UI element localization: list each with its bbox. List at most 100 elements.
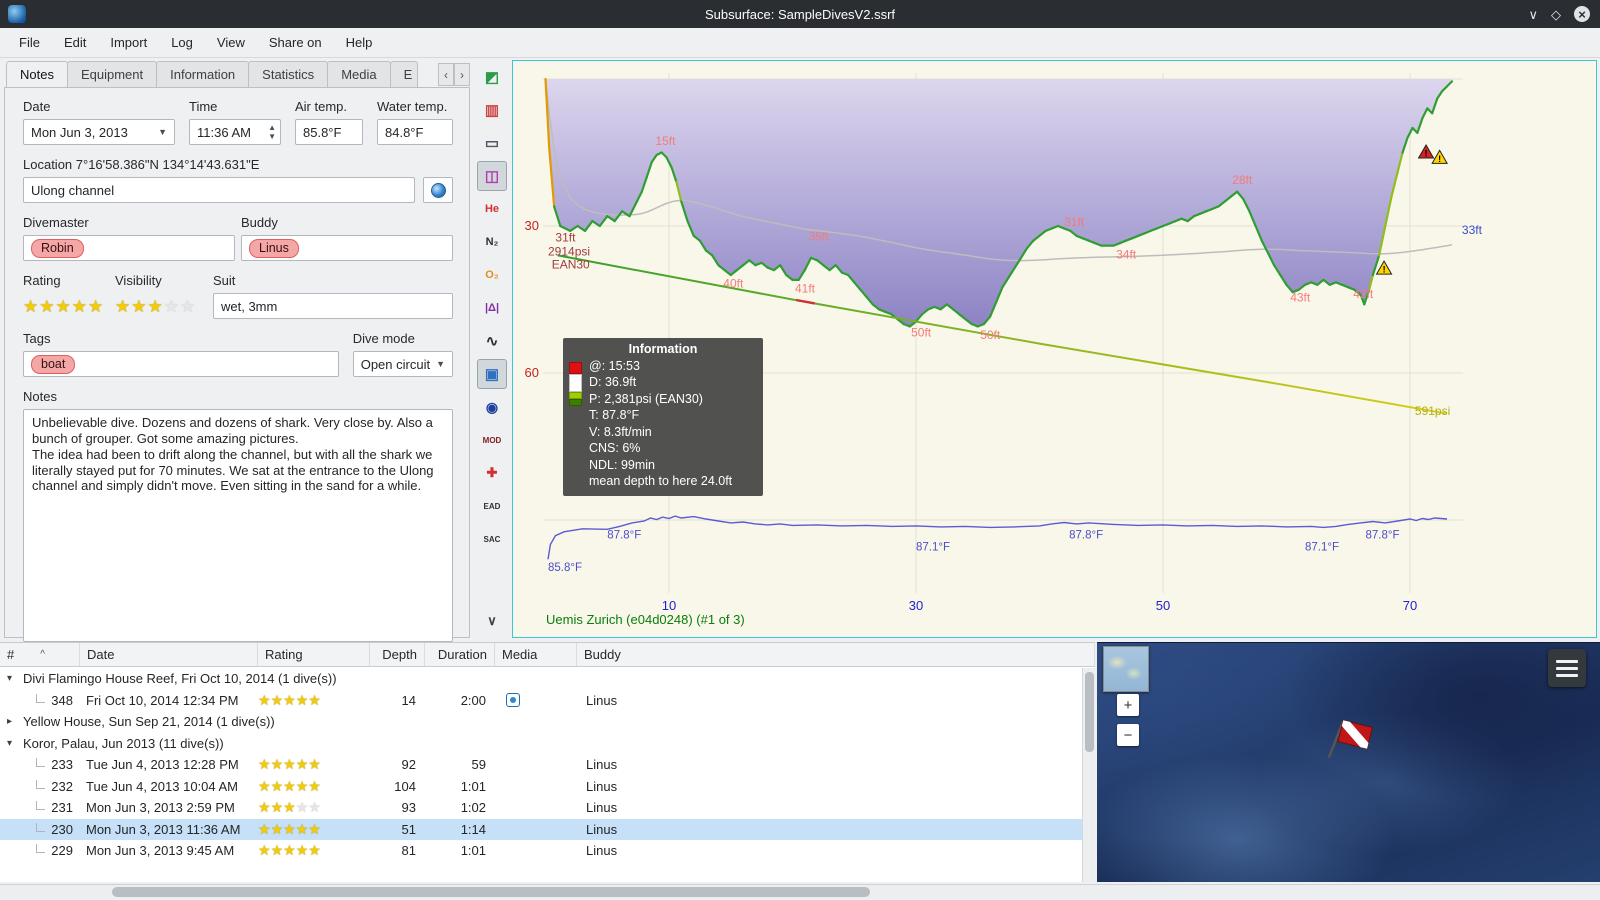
- tab-scroll-right-icon[interactable]: ›: [454, 63, 470, 86]
- buddy-chip[interactable]: Linus: [249, 238, 299, 258]
- globe-button[interactable]: [423, 177, 453, 203]
- photos-icon[interactable]: ▣: [477, 359, 507, 389]
- mean-depth-icon[interactable]: |Δ|: [477, 293, 507, 323]
- column-header-rating[interactable]: Rating: [258, 643, 370, 666]
- dive-row-233[interactable]: 233 Tue Jun 4, 2013 12:28 PM ★★★★★ 92 59 Linu…: [0, 754, 1082, 776]
- tag-chip[interactable]: boat: [31, 354, 76, 374]
- column-header-duration[interactable]: Duration: [425, 643, 495, 666]
- tab-information[interactable]: Information: [156, 61, 250, 87]
- n2-graph-icon[interactable]: N₂: [477, 227, 507, 257]
- mod-icon[interactable]: MOD: [477, 425, 507, 455]
- zoom-in-button[interactable]: +: [1117, 694, 1139, 716]
- chevron-right-icon[interactable]: ▸: [7, 716, 20, 727]
- scroll-down-icon[interactable]: ∨: [477, 606, 507, 636]
- scale-graph-icon[interactable]: ◫: [477, 161, 507, 191]
- column-header-date[interactable]: Date: [80, 643, 258, 666]
- water-temp-input[interactable]: 84.8°F: [377, 119, 453, 145]
- dive-rating: ★★★★★: [258, 779, 370, 794]
- map-inset-thumbnail[interactable]: [1103, 646, 1149, 692]
- dive-row-230[interactable]: 230 Mon Jun 3, 2013 11:36 AM ★★★★★ 51 1:14 Li…: [0, 818, 1082, 840]
- profile-toolbar: ◩ ▥ ▭ ◫ He N₂ O₂ |Δ| ∿ ▣ ◉ MOD ✚ EAD SAC ∨: [474, 62, 510, 636]
- close-icon[interactable]: ×: [1574, 6, 1590, 22]
- column-header-[interactable]: # ^: [0, 643, 80, 666]
- dive-duration: 1:01: [460, 843, 486, 859]
- heart-rate-icon[interactable]: ∿: [477, 326, 507, 356]
- menu-file[interactable]: File: [8, 31, 51, 54]
- column-header-depth[interactable]: Depth: [370, 643, 425, 666]
- minimize-icon[interactable]: ∨: [1528, 8, 1538, 21]
- air-temp-input[interactable]: 85.8°F: [295, 119, 363, 145]
- column-header-buddy[interactable]: Buddy: [577, 643, 1095, 666]
- dc-ceiling-icon[interactable]: ◩: [477, 62, 507, 92]
- trip-row-3[interactable]: ▾ Koror, Palau, Jun 2013 (11 dive(s)): [0, 733, 1082, 755]
- scrollbar-thumb[interactable]: [112, 887, 870, 897]
- svg-text:50ft: 50ft: [911, 326, 932, 340]
- star-empty-icon: ★: [163, 296, 180, 316]
- dive-profile-panel[interactable]: 15ft 35ft 40ft 41ft 50ft 50ft 31ft 34ft 28ft 43ft…: [512, 60, 1597, 638]
- rating-stars[interactable]: ★★★★★: [23, 293, 115, 319]
- spinner-icons[interactable]: ▲ ▼: [268, 123, 276, 141]
- map-menu-button[interactable]: [1548, 649, 1586, 687]
- dive-flag-marker[interactable]: [1328, 717, 1376, 769]
- notes-textarea[interactable]: Unbelievable dive. Dozens and dozens of …: [23, 409, 453, 642]
- notes-tab-content: Date Mon Jun 3, 2013 ▼ Time 11:36 AM ▲ ▼ …: [4, 87, 470, 642]
- star-filled-icon: ★: [270, 820, 284, 837]
- trip-row-0[interactable]: ▾ Divi Flamingo House Reef, Fri Oct 10, 2…: [0, 668, 1082, 690]
- svg-text:87.8°F: 87.8°F: [607, 530, 641, 542]
- maximize-icon[interactable]: ◇: [1551, 8, 1561, 21]
- menu-share-on[interactable]: Share on: [258, 31, 333, 54]
- ead-icon[interactable]: EAD: [477, 491, 507, 521]
- dive-mode-select[interactable]: Open circuit ▼: [352, 351, 453, 377]
- dive-depth: 51: [401, 821, 416, 837]
- dive-duration: 2:00: [460, 692, 486, 708]
- deco-icon[interactable]: ✚: [477, 458, 507, 488]
- dc-reported-icon[interactable]: ◉: [477, 392, 507, 422]
- svg-text:87.1°F: 87.1°F: [1305, 541, 1339, 553]
- media-icon[interactable]: [506, 693, 520, 708]
- calculated-ceiling-icon[interactable]: ▥: [477, 95, 507, 125]
- dive-row-231[interactable]: 231 Mon Jun 3, 2013 2:59 PM ★★★★★ 93 1:02 Lin…: [0, 797, 1082, 819]
- map-panel[interactable]: + −: [1097, 642, 1600, 882]
- menu-view[interactable]: View: [206, 31, 256, 54]
- chevron-down-icon[interactable]: ▾: [7, 673, 20, 684]
- menu-bar: File Edit Import Log View Share on Help: [0, 28, 1600, 58]
- menu-import[interactable]: Import: [99, 31, 158, 54]
- time-input[interactable]: 11:36 AM ▲ ▼: [189, 119, 281, 145]
- he-graph-icon[interactable]: He: [477, 194, 507, 224]
- scrollbar-thumb[interactable]: [1085, 672, 1094, 752]
- title-bar: Subsurface: SampleDivesV2.ssrf ∨ ◇ ×: [0, 0, 1600, 28]
- date-select[interactable]: Mon Jun 3, 2013 ▼: [23, 119, 175, 145]
- sac-icon[interactable]: SAC: [477, 524, 507, 554]
- tab-media[interactable]: Media: [327, 61, 391, 87]
- dive-row-229[interactable]: 229 Mon Jun 3, 2013 9:45 AM ★★★★★ 81 1:01 Lin…: [0, 840, 1082, 862]
- dive-list-vertical-scrollbar[interactable]: [1082, 668, 1095, 882]
- visibility-stars[interactable]: ★★★★★: [115, 293, 213, 319]
- suit-input[interactable]: wet, 3mm: [213, 293, 453, 319]
- tab-statistics[interactable]: Statistics: [248, 61, 329, 87]
- star-filled-icon: ★: [258, 777, 271, 794]
- menu-log[interactable]: Log: [160, 31, 204, 54]
- menu-edit[interactable]: Edit: [53, 31, 97, 54]
- dive-notes-panel: Notes Equipment Information Statistics Media…: [4, 60, 470, 642]
- tab-equipment[interactable]: Equipment: [66, 61, 158, 87]
- divemaster-input[interactable]: Robin: [23, 235, 235, 261]
- dive-row-232[interactable]: 232 Tue Jun 4, 2013 10:04 AM ★★★★★ 104 1:01 L…: [0, 776, 1082, 798]
- trip-row-2[interactable]: ▸ Yellow House, Sun Sep 21, 2014 (1 dive(…: [0, 711, 1082, 733]
- tab-e[interactable]: E: [389, 61, 418, 87]
- tags-input[interactable]: boat: [23, 351, 339, 377]
- o2-graph-icon[interactable]: O₂: [477, 260, 507, 290]
- menu-help[interactable]: Help: [335, 31, 384, 54]
- ruler-icon[interactable]: ▭: [477, 128, 507, 158]
- star-filled-icon: ★: [55, 296, 72, 316]
- water-temp-label: Water temp.: [377, 99, 448, 114]
- zoom-out-button[interactable]: −: [1117, 724, 1139, 746]
- column-header-media[interactable]: Media: [495, 643, 577, 666]
- buddy-input[interactable]: Linus: [241, 235, 453, 261]
- horizontal-scrollbar[interactable]: [0, 884, 1600, 899]
- location-input[interactable]: Ulong channel: [23, 177, 415, 203]
- tab-scroll-left-icon[interactable]: ‹: [438, 63, 454, 86]
- tab-notes[interactable]: Notes: [6, 61, 68, 87]
- dive-row-348[interactable]: 348 Fri Oct 10, 2014 12:34 PM ★★★★★ 14 2:00 L…: [0, 690, 1082, 712]
- divemaster-chip[interactable]: Robin: [31, 238, 84, 258]
- chevron-down-icon[interactable]: ▾: [7, 738, 20, 749]
